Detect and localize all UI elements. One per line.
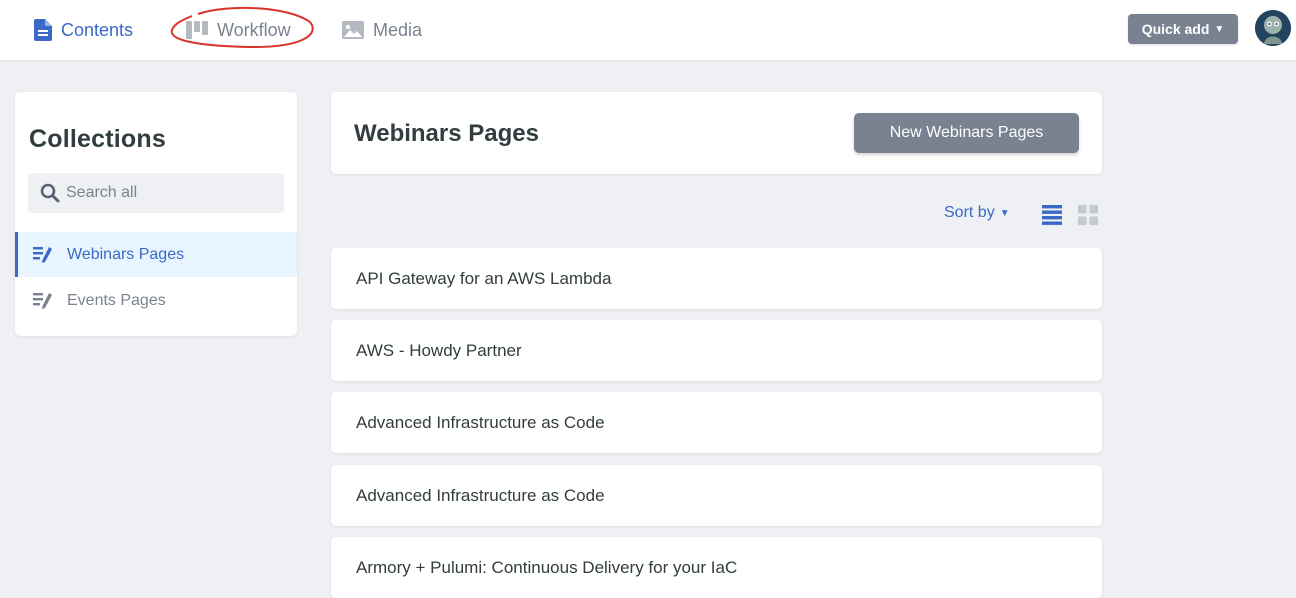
nav-workflow[interactable]: Workflow [186,0,291,60]
entry-title: AWS - Howdy Partner [356,340,522,360]
sidebar-item-label: Events Pages [67,291,166,309]
list-item[interactable]: API Gateway for an AWS Lambda [331,248,1102,309]
nav-contents[interactable]: Contents [34,0,133,60]
nav-contents-label: Contents [61,19,134,40]
list-item[interactable]: Advanced Infrastructure as Code [331,392,1102,453]
nav-media[interactable]: Media [342,0,422,60]
quick-add-button[interactable]: Quick add ▼ [1128,14,1238,44]
page-title: Webinars Pages [354,120,539,147]
sort-by-dropdown[interactable]: Sort by ▼ [944,204,1010,222]
sidebar-item-label: Webinars Pages [67,245,185,263]
search-input[interactable] [66,184,266,202]
sidebar-item-webinars-pages[interactable]: Webinars Pages [15,232,297,277]
caret-down-icon: ▼ [999,207,1010,219]
list-item[interactable]: Advanced Infrastructure as Code [331,465,1102,526]
sidebar-item-events-pages[interactable]: Events Pages [15,278,297,323]
search-box[interactable] [28,173,284,213]
quick-add-label: Quick add [1141,21,1210,37]
top-navigation-bar: Contents Workflow Media Quick add ▼ [0,0,1296,60]
entry-title: API Gateway for an AWS Lambda [356,268,612,288]
caret-down-icon: ▼ [1214,23,1225,35]
nav-media-label: Media [373,19,423,40]
search-icon [40,183,60,203]
entry-title: Armory + Pulumi: Continuous Delivery for… [356,557,738,577]
document-icon [34,19,52,41]
sort-by-label: Sort by [944,204,995,221]
entry-title: Advanced Infrastructure as Code [356,485,605,505]
list-item[interactable]: AWS - Howdy Partner [331,320,1102,381]
image-icon [342,21,364,39]
collection-edit-icon [33,246,53,264]
workflow-columns-icon [186,21,208,39]
avatar[interactable] [1255,10,1291,46]
grid-view-icon[interactable] [1077,204,1099,226]
list-view-icon[interactable] [1040,204,1064,226]
new-entry-button[interactable]: New Webinars Pages [854,113,1079,153]
sidebar-title: Collections [29,125,166,153]
collection-header: Webinars Pages New Webinars Pages [331,92,1102,174]
entry-title: Advanced Infrastructure as Code [356,412,605,432]
collections-sidebar: Collections Webinars Pages [15,92,297,336]
list-item[interactable]: Armory + Pulumi: Continuous Delivery for… [331,537,1102,598]
nav-workflow-label: Workflow [217,19,291,40]
collection-edit-icon [33,292,53,310]
